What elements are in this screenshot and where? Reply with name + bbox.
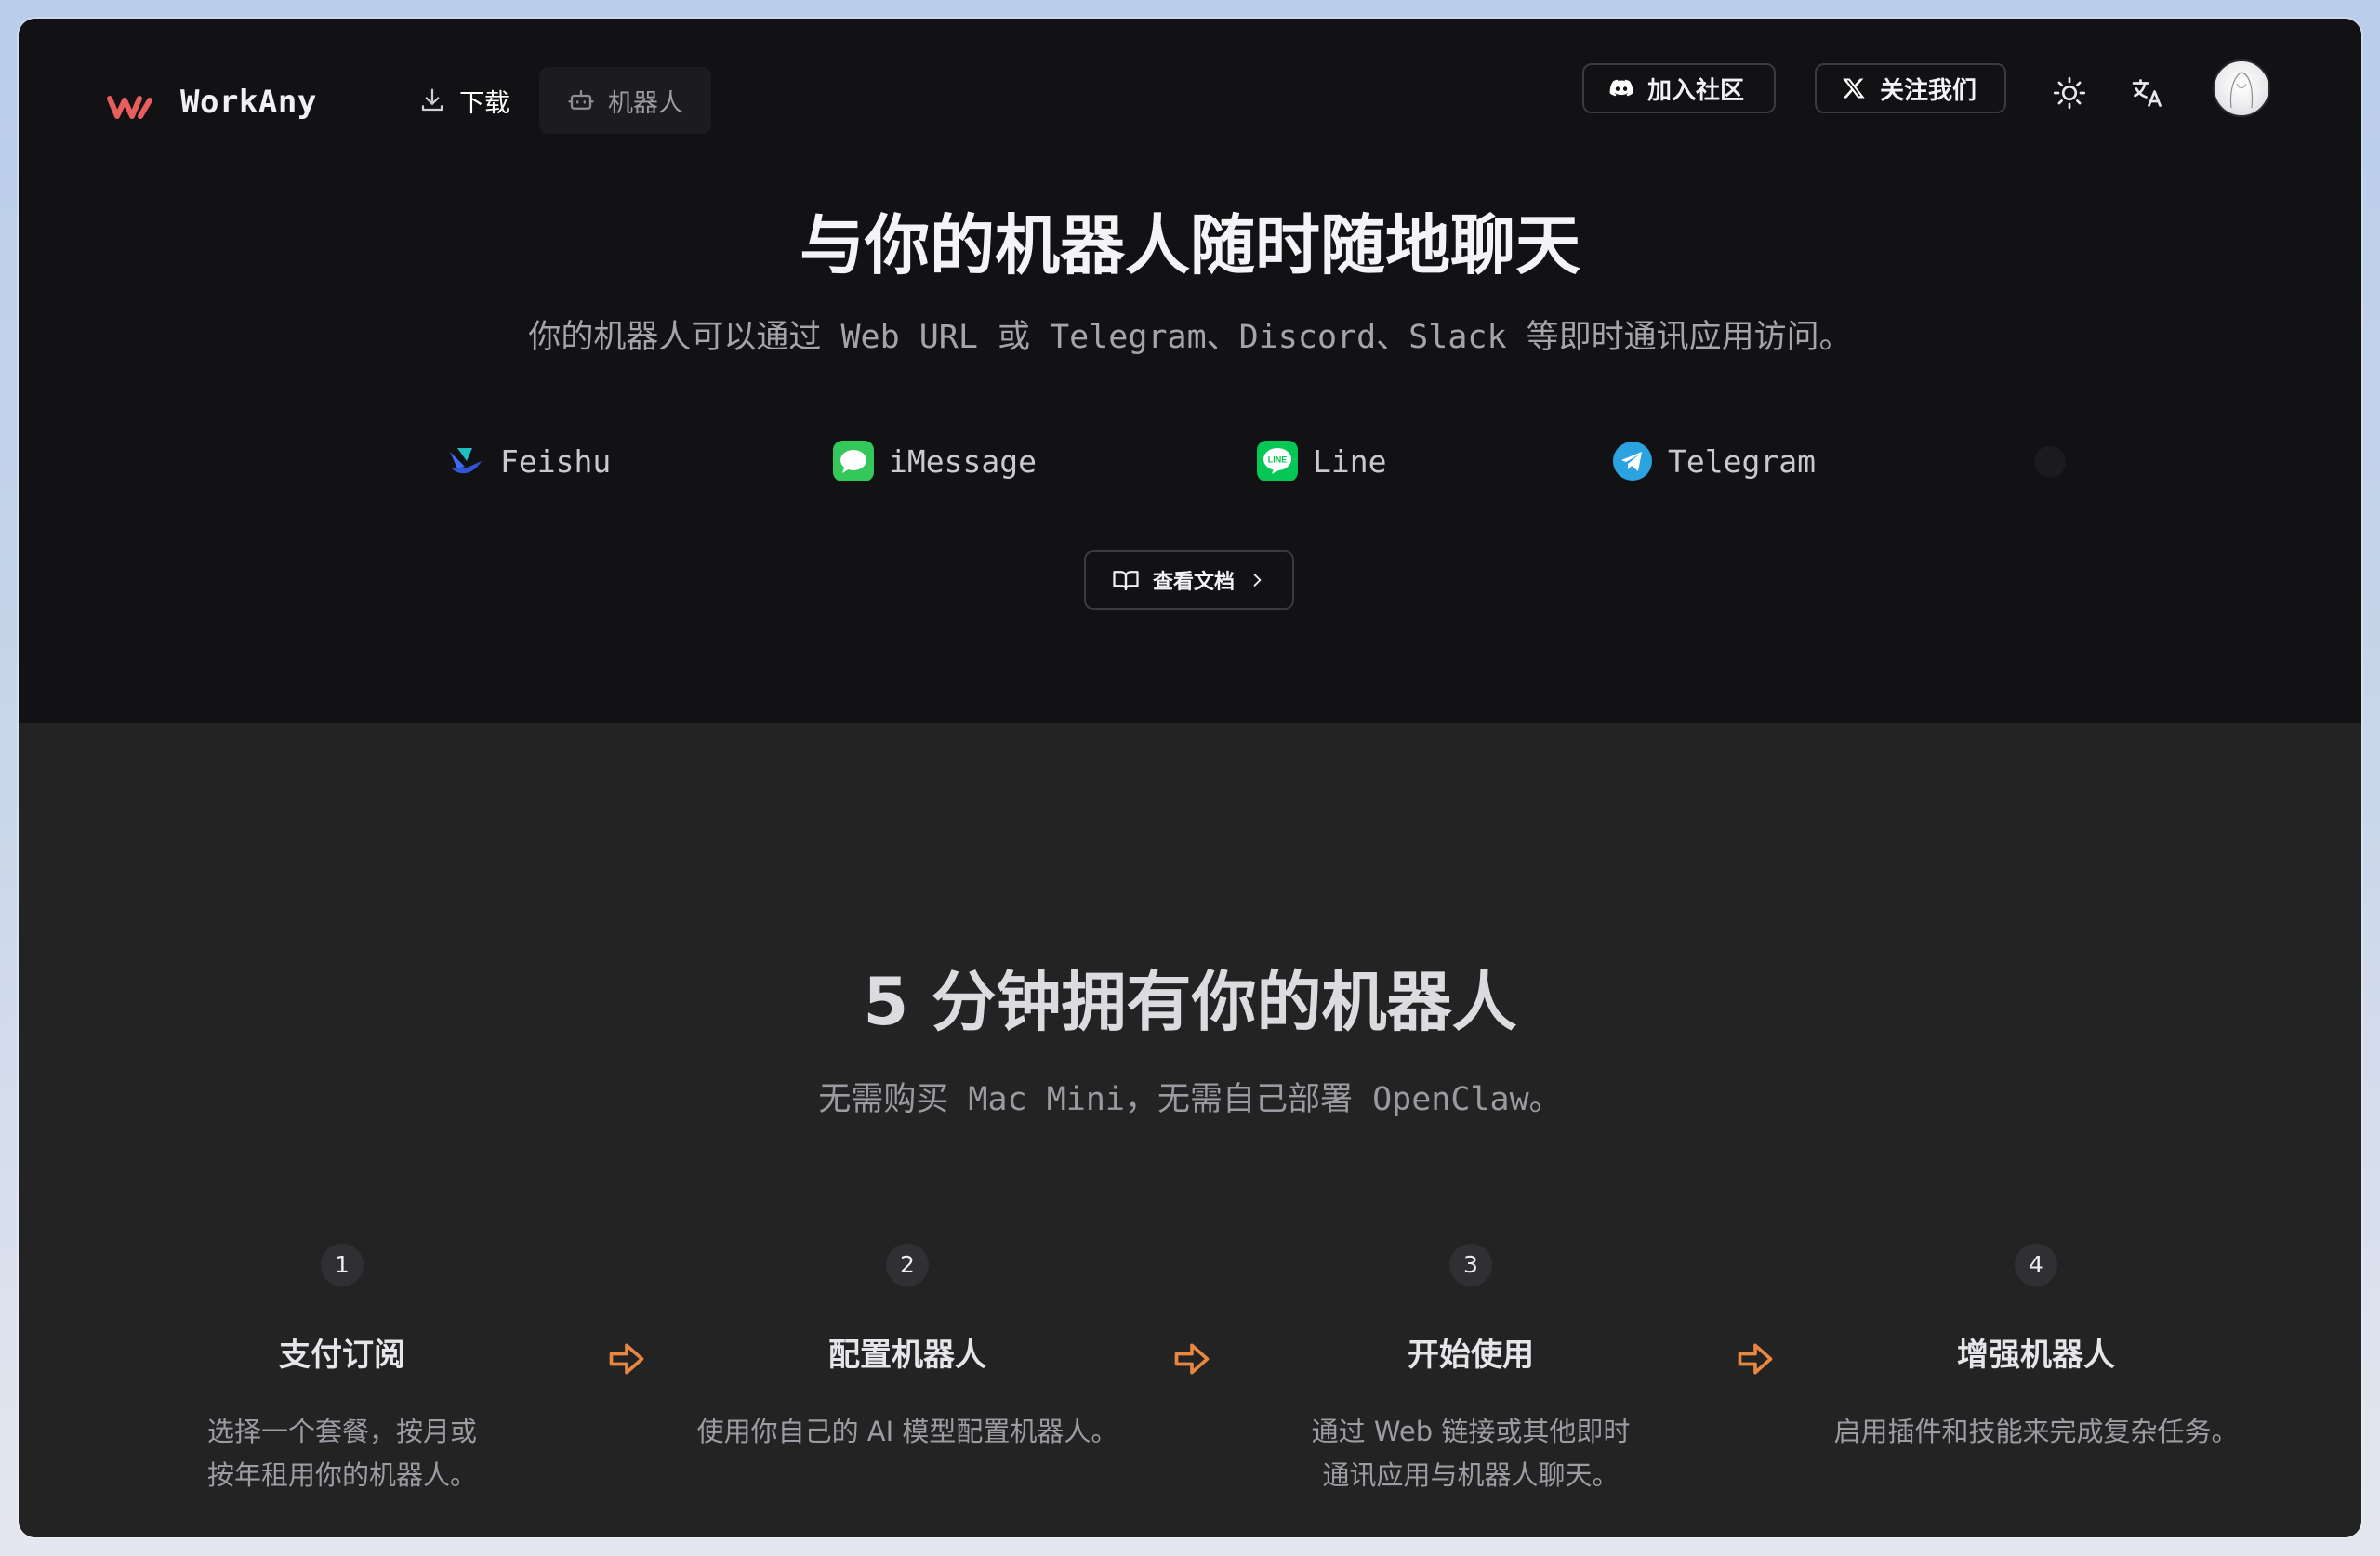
step-description: 选择一个套餐，按月或 按年租用你的机器人。 — [110, 1410, 575, 1497]
step-number: 4 — [2015, 1244, 2057, 1286]
setup-subtitle: 无需购买 Mac Mini，无需自己部署 OpenClaw。 — [818, 1081, 1562, 1118]
chevron-right-icon — [1253, 574, 1262, 587]
step-description-line: 按年租用你的机器人。 — [206, 1459, 477, 1491]
platform-faded-icon — [2034, 446, 2066, 478]
step-description: 通过 Web 链接或其他即时 通讯应用与机器人聊天。 — [1238, 1410, 1703, 1497]
language-button[interactable] — [2129, 74, 2166, 112]
follow-us-button[interactable]: 关注我们 — [1815, 63, 2006, 113]
nav-bots-label: 机器人 — [608, 88, 683, 118]
x-icon — [1843, 78, 1865, 99]
line-icon: LINE — [1257, 441, 1298, 481]
step-card: 4 增强机器人 启用插件和技能来完成复杂任务。 — [1804, 1244, 2268, 1454]
step-description-line: 启用插件和技能来完成复杂任务。 — [1833, 1416, 2239, 1447]
step-number: 2 — [886, 1244, 929, 1286]
hero-subtitle: 你的机器人可以通过 Web URL 或 Telegram、Discord、Sla… — [528, 319, 1852, 356]
brand-name[interactable]: WorkAny — [180, 84, 317, 121]
platform-line: LINE Line — [1257, 441, 1386, 481]
step-title: 开始使用 — [1408, 1337, 1534, 1374]
join-community-label: 加入社区 — [1647, 76, 1745, 105]
translate-icon — [2132, 79, 2162, 107]
step-description-line: 使用你自己的 AI 模型配置机器人。 — [696, 1416, 1118, 1447]
view-docs-button[interactable]: 查看文档 — [1084, 550, 1294, 610]
step-title: 配置机器人 — [828, 1337, 986, 1374]
step-description: 使用你自己的 AI 模型配置机器人。 — [675, 1410, 1140, 1454]
step-description: 启用插件和技能来完成复杂任务。 — [1804, 1410, 2268, 1454]
workany-logo-icon[interactable] — [107, 91, 153, 123]
platform-feishu: Feishu — [444, 441, 611, 481]
hero-section: WorkAny 下载 机器人 加入社区 关注我们 与你的机器人随时随地聊天 你的… — [19, 19, 2361, 723]
sun-icon — [2053, 76, 2086, 110]
step-title: 支付订阅 — [279, 1337, 405, 1374]
theme-toggle-button[interactable] — [2051, 74, 2088, 112]
platform-line-label: Line — [1313, 442, 1387, 480]
book-open-icon — [1113, 571, 1139, 591]
app-window: WorkAny 下载 机器人 加入社区 关注我们 与你的机器人随时随地聊天 你的… — [19, 19, 2361, 1537]
feishu-icon — [450, 448, 482, 474]
platform-imessage-label: iMessage — [889, 442, 1037, 480]
step-title: 增强机器人 — [1957, 1337, 2115, 1374]
imessage-icon — [833, 441, 874, 481]
svg-text:LINE: LINE — [1268, 455, 1288, 465]
discord-icon — [1609, 79, 1633, 97]
step-card: 1 支付订阅 选择一个套餐，按月或 按年租用你的机器人。 — [110, 1244, 575, 1497]
download-icon — [421, 88, 443, 112]
follow-us-label: 关注我们 — [1880, 76, 1977, 105]
nav-download[interactable]: 下载 — [390, 67, 537, 134]
step-description-line: 通过 Web 链接或其他即时 — [1311, 1416, 1631, 1447]
hero-title: 与你的机器人随时随地聊天 — [800, 207, 1580, 284]
platform-telegram-label: Telegram — [1668, 442, 1816, 480]
avatar-portrait-icon — [2229, 72, 2254, 109]
platform-telegram: Telegram — [1612, 441, 1816, 481]
platform-feishu-label: Feishu — [500, 442, 612, 480]
nav-bots[interactable]: 机器人 — [539, 67, 711, 134]
step-description-line: 选择一个套餐，按月或 — [206, 1416, 477, 1447]
arrow-right-icon — [1738, 1343, 1773, 1375]
step-description-line: 通讯应用与机器人聊天。 — [1322, 1459, 1620, 1491]
step-card: 2 配置机器人 使用你自己的 AI 模型配置机器人。 — [675, 1244, 1140, 1454]
setup-title: 5 分钟拥有你的机器人 — [863, 964, 1517, 1040]
user-avatar[interactable] — [2213, 59, 2270, 117]
telegram-icon — [1613, 442, 1652, 481]
platform-imessage: iMessage — [833, 441, 1037, 481]
step-number: 1 — [321, 1244, 364, 1286]
arrow-right-icon — [1174, 1343, 1210, 1375]
bot-icon — [568, 89, 594, 110]
arrow-right-icon — [609, 1343, 644, 1375]
step-card: 3 开始使用 通过 Web 链接或其他即时 通讯应用与机器人聊天。 — [1238, 1244, 1703, 1497]
step-number: 3 — [1449, 1244, 1492, 1286]
nav-download-label: 下载 — [459, 88, 509, 118]
view-docs-label: 查看文档 — [1152, 571, 1235, 594]
join-community-button[interactable]: 加入社区 — [1582, 63, 1776, 113]
